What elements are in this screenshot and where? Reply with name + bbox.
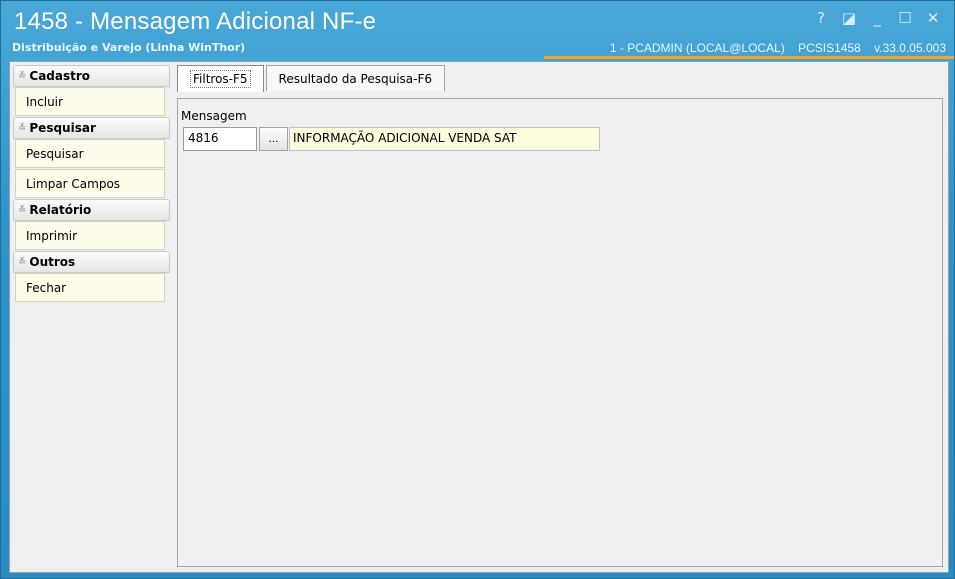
restore-layout-icon[interactable]: ◪ (840, 9, 858, 27)
chevron-down-icon: ≚ (18, 204, 27, 216)
window-controls: ? ◪ _ ☐ ✕ (812, 9, 942, 27)
group-title: Outros (29, 255, 76, 269)
client-area: ≚ Cadastro Incluir ≚ Pesquisar Pesquisar… (9, 61, 949, 573)
group-header-relatorio[interactable]: ≚ Relatório (13, 199, 170, 221)
window-title: 1458 - Mensagem Adicional NF-e (14, 8, 377, 35)
status-program: PCSIS1458 (798, 41, 861, 55)
mensagem-lookup-button[interactable]: ... (259, 127, 288, 151)
tab-label: Resultado da Pesquisa-F6 (278, 71, 433, 86)
group-header-cadastro[interactable]: ≚ Cadastro (13, 65, 170, 87)
chevron-down-icon: ≚ (18, 256, 27, 268)
close-icon[interactable]: ✕ (924, 9, 942, 27)
pesquisar-button[interactable]: Pesquisar (15, 139, 165, 168)
group-title: Cadastro (29, 69, 91, 83)
tab-resultado-pesquisa[interactable]: Resultado da Pesquisa-F6 (265, 65, 446, 91)
imprimir-button[interactable]: Imprimir (15, 221, 165, 250)
action-sidebar: ≚ Cadastro Incluir ≚ Pesquisar Pesquisar… (13, 65, 170, 303)
limpar-campos-button[interactable]: Limpar Campos (15, 169, 165, 198)
incluir-button[interactable]: Incluir (15, 87, 165, 116)
window-subtitle: Distribuição e Varejo (Linha WinThor) (12, 41, 246, 54)
group-header-outros[interactable]: ≚ Outros (13, 251, 170, 273)
mensagem-description-field: INFORMAÇÃO ADICIONAL VENDA SAT (289, 127, 600, 151)
mensagem-code-input[interactable]: 4816 (183, 127, 257, 151)
chevron-down-icon: ≚ (18, 70, 27, 82)
status-version: v.33.0.05.003 (874, 41, 946, 55)
group-pesquisar: ≚ Pesquisar Pesquisar Limpar Campos (13, 117, 170, 198)
group-title: Relatório (29, 203, 92, 217)
help-icon[interactable]: ? (812, 9, 830, 27)
group-outros: ≚ Outros Fechar (13, 251, 170, 302)
group-header-pesquisar[interactable]: ≚ Pesquisar (13, 117, 170, 139)
fechar-button[interactable]: Fechar (15, 273, 165, 302)
status-bar-info: 1 - PCADMIN (LOCAL@LOCAL) PCSIS1458 v.33… (600, 41, 946, 55)
mensagem-label: Mensagem (181, 109, 247, 123)
minimize-icon[interactable]: _ (868, 9, 886, 27)
group-relatorio: ≚ Relatório Imprimir (13, 199, 170, 250)
chevron-down-icon: ≚ (18, 122, 27, 134)
group-cadastro: ≚ Cadastro Incluir (13, 65, 170, 116)
status-user: 1 - PCADMIN (LOCAL@LOCAL) (609, 41, 785, 55)
tab-bar: Filtros-F5 Resultado da Pesquisa-F6 (177, 65, 447, 92)
tab-filtros[interactable]: Filtros-F5 (177, 65, 264, 92)
group-title: Pesquisar (29, 121, 96, 135)
accent-line (544, 56, 954, 59)
tab-label: Filtros-F5 (190, 70, 251, 88)
maximize-icon[interactable]: ☐ (896, 9, 914, 27)
filters-panel: Mensagem 4816 ... INFORMAÇÃO ADICIONAL V… (177, 98, 943, 567)
app-window: 1458 - Mensagem Adicional NF-e Distribui… (0, 0, 955, 579)
